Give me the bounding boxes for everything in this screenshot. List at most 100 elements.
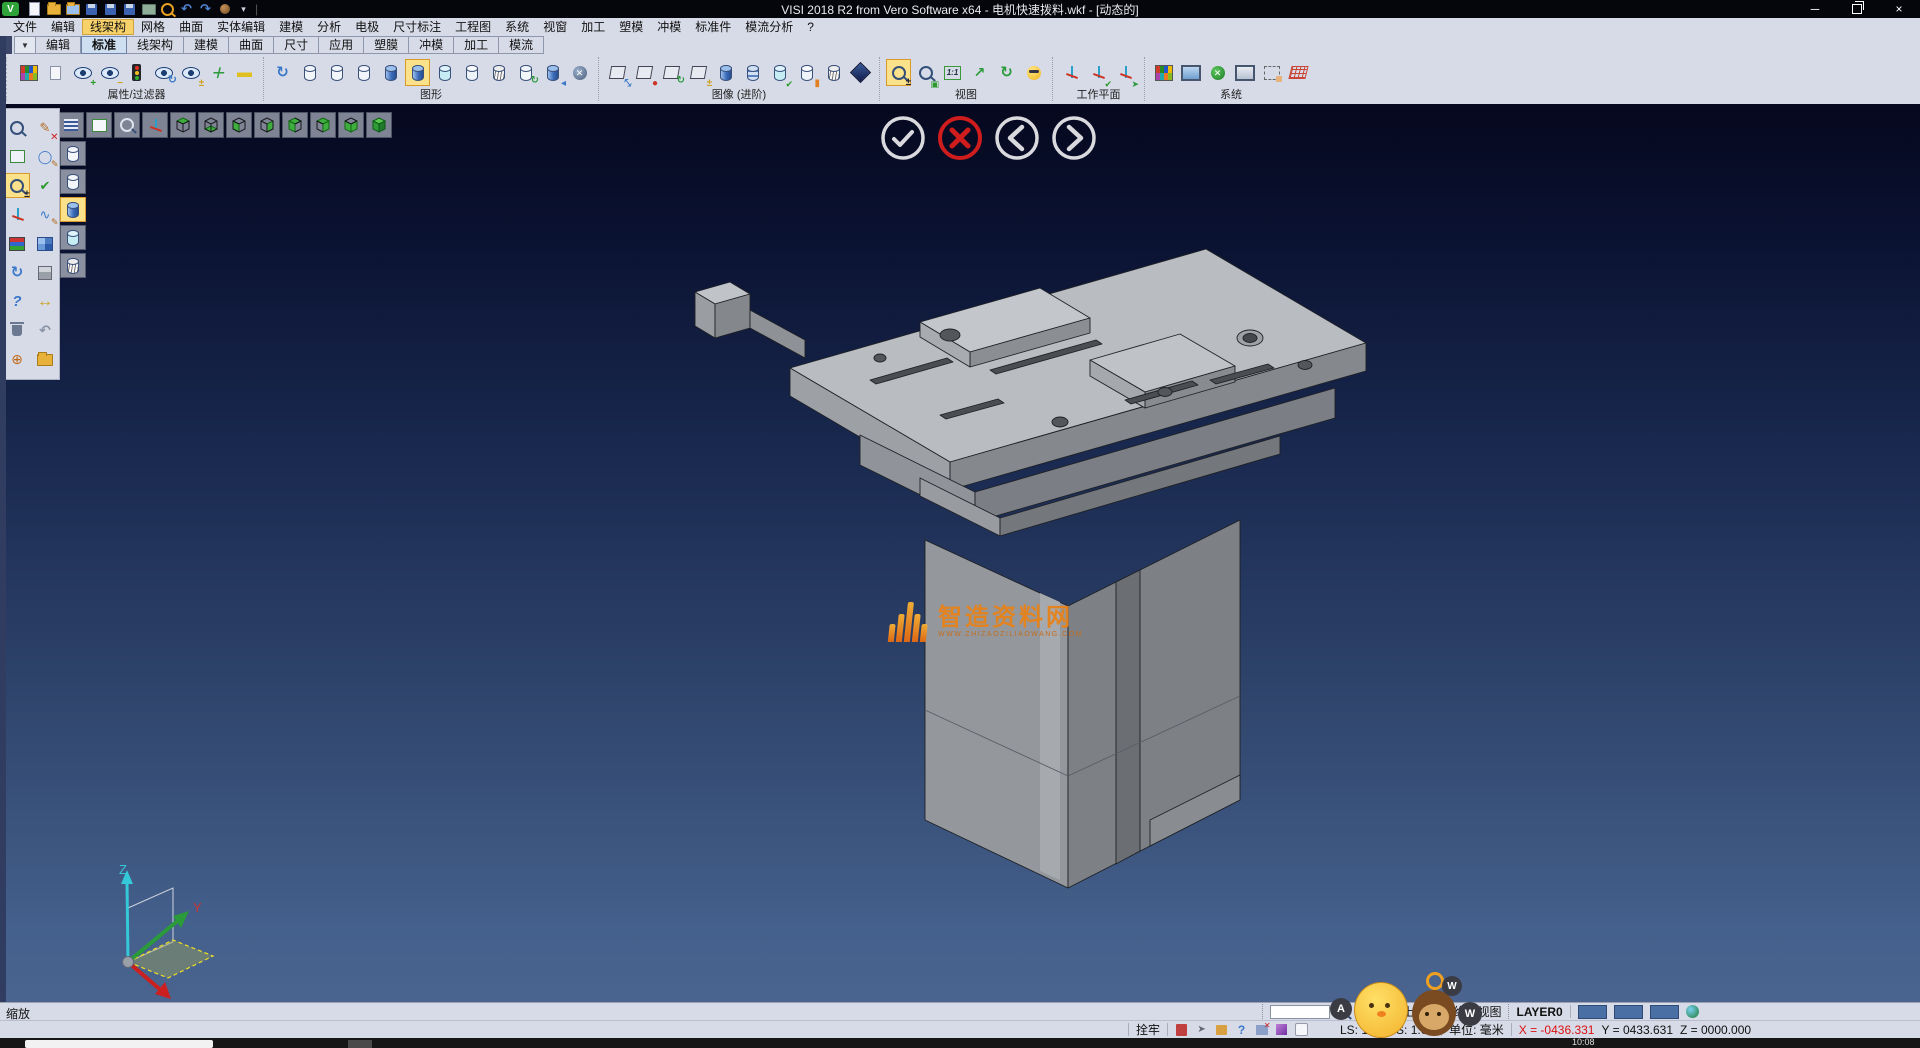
- tab-application[interactable]: 应用: [319, 36, 364, 54]
- shaded-display-button[interactable]: [378, 59, 403, 86]
- restore-button[interactable]: [1836, 0, 1878, 18]
- attributes-paint-button[interactable]: [16, 59, 41, 86]
- print-icon[interactable]: [141, 2, 156, 16]
- image-filter-button[interactable]: ●: [632, 59, 657, 86]
- print-preview-icon[interactable]: [160, 2, 175, 16]
- menu-system[interactable]: 系统: [498, 19, 536, 35]
- zoom-view-button[interactable]: [5, 115, 30, 140]
- view-bottom-button[interactable]: [198, 112, 224, 138]
- navigate-button[interactable]: ⊕: [5, 347, 30, 372]
- dashed-display-button[interactable]: [351, 59, 376, 86]
- menu-surface[interactable]: 曲面: [172, 19, 210, 35]
- sketch-spline-button[interactable]: ∿✎: [33, 202, 58, 227]
- refresh-visibility-button[interactable]: ↻: [151, 59, 176, 86]
- menu-analysis[interactable]: 分析: [310, 19, 348, 35]
- view-top-button[interactable]: [170, 112, 196, 138]
- display-transparent-button[interactable]: [60, 225, 86, 250]
- display-hidden-line-button[interactable]: [60, 169, 86, 194]
- attributes-button[interactable]: [5, 231, 30, 256]
- view-iso-button[interactable]: [338, 112, 364, 138]
- tab-surface[interactable]: 曲面: [229, 36, 274, 54]
- log-book-icon[interactable]: [1175, 1023, 1188, 1036]
- help-button[interactable]: ?: [5, 289, 30, 314]
- tab-wireframe[interactable]: 线架构: [127, 36, 184, 54]
- menu-file[interactable]: 文件: [6, 19, 44, 35]
- cursor-mode-icon[interactable]: ➤: [1195, 1023, 1208, 1036]
- add-selection-button[interactable]: ＋: [205, 59, 230, 86]
- verified-view-button[interactable]: ✔: [767, 59, 792, 86]
- transparent-display-button[interactable]: [432, 59, 457, 86]
- menu-machining[interactable]: 加工: [574, 19, 612, 35]
- wcs-button[interactable]: [5, 202, 30, 227]
- erase-sketch-button[interactable]: ✎✕: [33, 115, 58, 140]
- shade-cube-button[interactable]: [33, 260, 58, 285]
- tab-dimension[interactable]: 尺寸: [274, 36, 319, 54]
- open-file-button[interactable]: [33, 347, 58, 372]
- menu-dimension[interactable]: 尺寸标注: [386, 19, 448, 35]
- zoom-1-1-button[interactable]: 1:1: [940, 59, 965, 86]
- view-refresh-button[interactable]: ↻: [994, 59, 1019, 86]
- striped-view-button[interactable]: [740, 59, 765, 86]
- shade-selected-button[interactable]: ◂: [540, 59, 565, 86]
- tab-edit[interactable]: 编辑: [36, 36, 81, 54]
- open-file-icon[interactable]: [46, 2, 61, 16]
- selection-options-button[interactable]: [1259, 59, 1284, 86]
- qat-more-icon[interactable]: ▾: [236, 2, 251, 16]
- tagged-view-button[interactable]: ▮: [794, 59, 819, 86]
- display-settings-button[interactable]: [1178, 59, 1203, 86]
- image-transform-button[interactable]: ⤡: [605, 59, 630, 86]
- taskbar-button[interactable]: [348, 1040, 372, 1048]
- menu-mold[interactable]: 塑模: [612, 19, 650, 35]
- hide-entities-button[interactable]: −: [97, 59, 122, 86]
- wire-view-button[interactable]: [821, 59, 846, 86]
- regen-graphics-button[interactable]: ↻: [270, 59, 295, 86]
- view-shaded-button[interactable]: [366, 112, 392, 138]
- search-input[interactable]: [1270, 1005, 1330, 1019]
- tab-die[interactable]: 冲模: [409, 36, 454, 54]
- menu-mesh[interactable]: 网格: [134, 19, 172, 35]
- view-wcs-button[interactable]: [142, 112, 168, 138]
- part-icon[interactable]: [1295, 1023, 1308, 1036]
- update-shading-button[interactable]: ↻: [513, 59, 538, 86]
- sketch-circle-button[interactable]: ◯✎: [33, 144, 58, 169]
- shaded-edges-display-button[interactable]: [405, 59, 430, 86]
- zoom-dynamic-button[interactable]: [114, 112, 140, 138]
- stamp-icon[interactable]: [1215, 1023, 1228, 1036]
- shading-settings-button[interactable]: ✕: [567, 59, 592, 86]
- image-toggle-button[interactable]: ±: [686, 59, 711, 86]
- menu-solid-edit[interactable]: 实体编辑: [210, 19, 272, 35]
- new-file-icon[interactable]: [27, 2, 42, 16]
- next-button[interactable]: [1050, 114, 1098, 162]
- measure-button[interactable]: ↔: [33, 289, 58, 314]
- regen-button[interactable]: ↻: [5, 260, 30, 285]
- tab-flow[interactable]: 模流: [499, 36, 544, 54]
- menu-window[interactable]: 视窗: [536, 19, 574, 35]
- taskbar-search-box[interactable]: [25, 1040, 213, 1048]
- grid-settings-button[interactable]: [1286, 59, 1311, 86]
- redo-icon[interactable]: ↷: [198, 2, 213, 16]
- view-right-button[interactable]: [310, 112, 336, 138]
- show-entities-button[interactable]: +: [70, 59, 95, 86]
- cancel-button[interactable]: [936, 114, 984, 162]
- view-menu-button[interactable]: [58, 112, 84, 138]
- display-wireframe-button[interactable]: [60, 141, 86, 166]
- color-settings-button[interactable]: [1151, 59, 1176, 86]
- tab-mold[interactable]: 塑膜: [364, 36, 409, 54]
- system-tools-button[interactable]: ✕: [1205, 59, 1230, 86]
- display-wire-shade-button[interactable]: [60, 253, 86, 278]
- copy-attributes-button[interactable]: [43, 59, 68, 86]
- tab-modeling[interactable]: 建模: [184, 36, 229, 54]
- pan-button[interactable]: ↗: [967, 59, 992, 86]
- filter-button[interactable]: [124, 59, 149, 86]
- remove-selection-button[interactable]: ▬: [232, 59, 257, 86]
- dark-render-button[interactable]: [848, 59, 873, 86]
- workplane-define-button[interactable]: [1059, 59, 1084, 86]
- solid-view-button[interactable]: [713, 59, 738, 86]
- view-left-button[interactable]: [282, 112, 308, 138]
- zoom-window-button[interactable]: [86, 112, 112, 138]
- view-back-button[interactable]: [254, 112, 280, 138]
- menu-help[interactable]: ?: [800, 19, 821, 35]
- minimize-button[interactable]: ─: [1794, 0, 1836, 18]
- zoom-solid-button[interactable]: ±: [5, 173, 30, 198]
- save-icon[interactable]: [84, 2, 99, 16]
